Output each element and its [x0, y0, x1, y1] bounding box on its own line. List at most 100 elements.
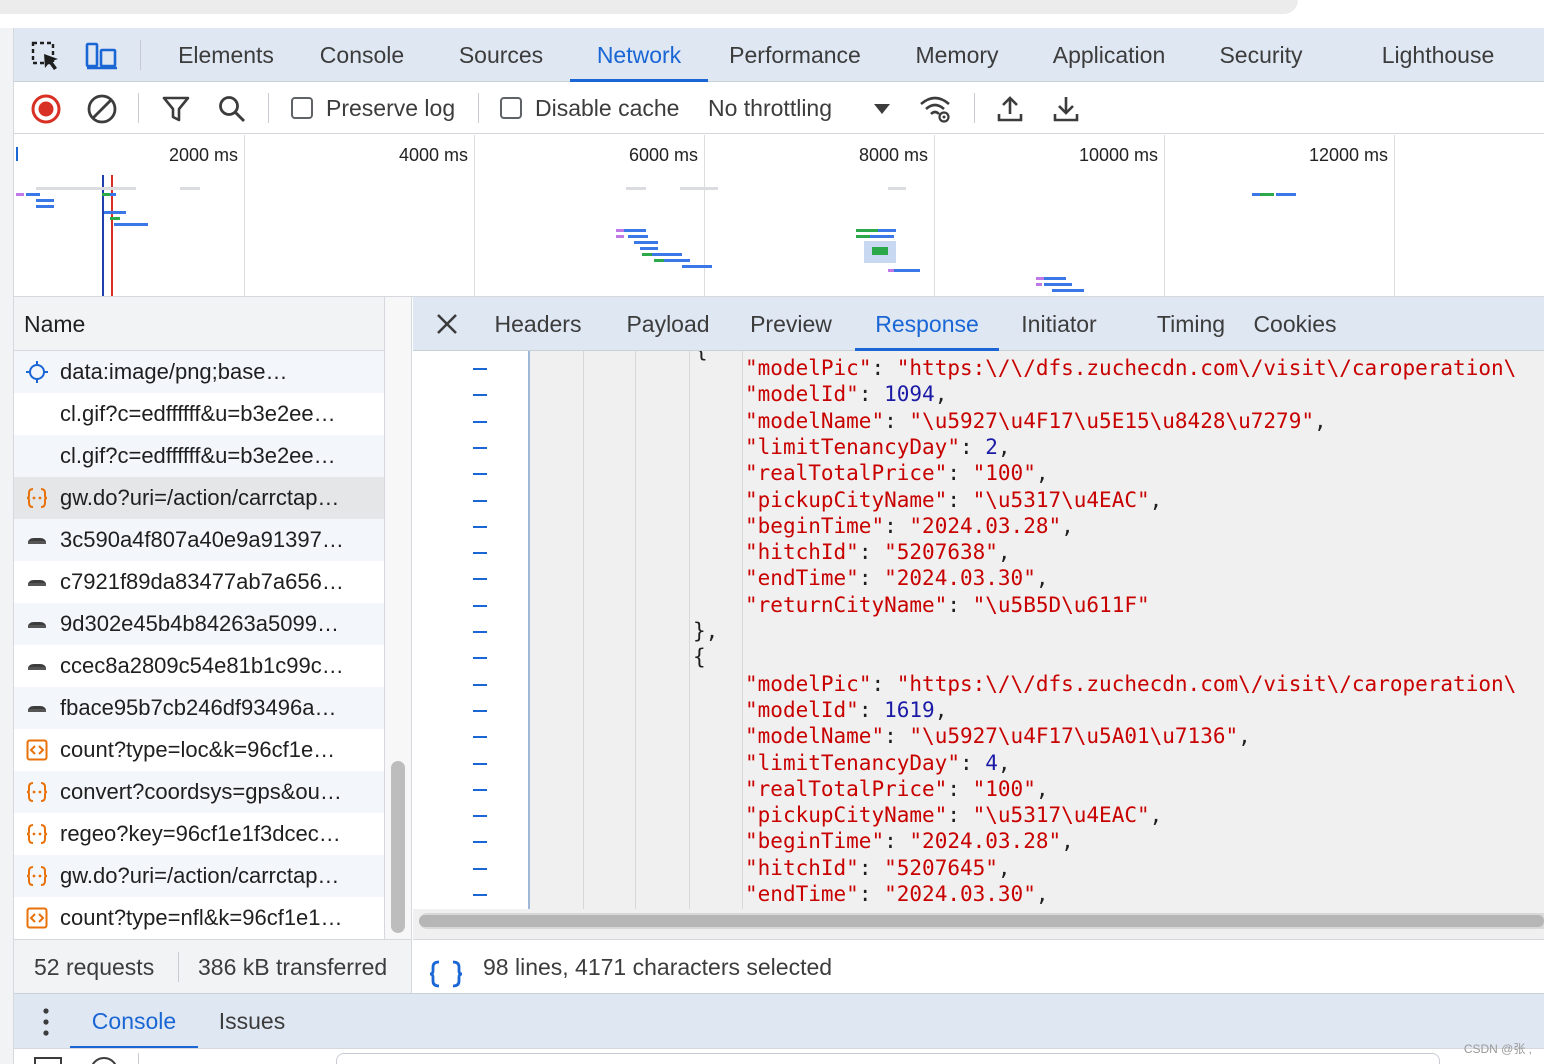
request-name: ccec8a2809c54e81b1c99c… — [60, 653, 344, 678]
request-name: count?type=loc&k=96cf1e… — [60, 737, 336, 762]
json-value: "\u5927\u4F17\u5E15\u8428\u7279" — [909, 408, 1314, 433]
request-row[interactable]: 9d302e45b4b84263a5099… — [14, 603, 384, 645]
tab-sources[interactable]: Sources — [446, 28, 556, 82]
search-icon[interactable] — [214, 91, 250, 127]
device-toolbar-icon[interactable] — [84, 38, 120, 74]
network-overview-timeline[interactable]: 2000 ms 4000 ms 6000 ms 8000 ms 10000 ms 1200… — [14, 135, 1544, 297]
json-brace: { — [695, 351, 708, 363]
export-har-icon[interactable] — [1048, 91, 1084, 127]
throttling-select[interactable]: No throttling — [708, 82, 832, 134]
overview-gridline — [244, 135, 245, 296]
left-edge-bar — [0, 28, 14, 1064]
json-line: }, — [693, 618, 718, 644]
car-image-icon — [26, 571, 48, 593]
line-marker — [473, 420, 487, 423]
request-name: 9d302e45b4b84263a5099… — [60, 611, 339, 636]
request-row[interactable]: gw.do?uri=/action/carrctap… — [14, 477, 384, 519]
response-body[interactable]: {"modelPic": "https:\/\/dfs.zuchecdn.com… — [413, 351, 1544, 909]
tab-console[interactable]: Console — [310, 28, 414, 82]
json-comma: , — [1035, 566, 1049, 591]
json-comma: , — [1149, 803, 1163, 828]
request-row[interactable]: count?type=loc&k=96cf1e… — [14, 729, 384, 771]
request-list-scrollbar[interactable] — [384, 297, 412, 939]
json-key: beginTime — [757, 513, 872, 538]
json-key: modelName — [757, 408, 872, 433]
response-horizontal-scrollbar[interactable] — [419, 913, 1544, 929]
preserve-log-checkbox[interactable] — [291, 97, 313, 119]
tab-lighthouse[interactable]: Lighthouse — [1366, 28, 1510, 82]
detail-tab-preview[interactable]: Preview — [739, 297, 843, 351]
json-line: "endTime": "2024.03.30", — [745, 882, 1049, 906]
json-value: "\u5927\u4F17\u5A01\u7136" — [909, 724, 1239, 749]
tab-elements[interactable]: Elements — [162, 28, 290, 82]
response-status-bar: 98 lines, 4171 characters selected — [413, 939, 1544, 993]
json-value: "5207645" — [884, 855, 998, 880]
drawer-tab-console[interactable]: Console — [70, 994, 198, 1049]
line-marker — [473, 525, 487, 528]
detail-tab-response[interactable]: Response — [855, 297, 999, 351]
tab-security[interactable]: Security — [1210, 28, 1312, 82]
request-row[interactable]: count?type=nfl&k=96cf1e1… — [14, 897, 384, 939]
request-row[interactable]: 3c590a4f807a40e9a91397… — [14, 519, 384, 561]
chevron-down-icon[interactable] — [864, 91, 900, 127]
filter-icon[interactable] — [158, 91, 194, 127]
drawer-tab-issues[interactable]: Issues — [204, 994, 300, 1049]
request-row[interactable]: fbace95b7cb246df93496a… — [14, 687, 384, 729]
tab-application[interactable]: Application — [1042, 28, 1176, 82]
preserve-log-label[interactable]: Preserve log — [326, 82, 455, 134]
json-key: modelName — [757, 724, 872, 749]
line-marker — [473, 657, 487, 660]
json-comma: , — [997, 434, 1011, 459]
pretty-print-icon[interactable] — [429, 953, 463, 988]
line-marker — [473, 788, 487, 791]
line-marker — [473, 631, 487, 633]
tab-network[interactable]: Network — [570, 28, 708, 82]
json-key: realTotalPrice — [757, 776, 935, 801]
scrollbar-thumb[interactable] — [419, 915, 1544, 927]
request-name: gw.do?uri=/action/carrctap… — [60, 485, 340, 510]
disable-cache-label[interactable]: Disable cache — [535, 82, 679, 134]
request-name: data:image/png;base… — [60, 359, 288, 384]
line-marker — [473, 683, 487, 686]
record-stop-button[interactable] — [28, 91, 64, 127]
json-key: pickupCityName — [757, 803, 935, 828]
detail-tab-payload[interactable]: Payload — [613, 297, 723, 351]
request-row[interactable]: gw.do?uri=/action/carrctap… — [14, 855, 384, 897]
json-comma: , — [1061, 513, 1074, 538]
tab-performance[interactable]: Performance — [720, 28, 870, 82]
detail-tab-cookies[interactable]: Cookies — [1243, 297, 1347, 351]
import-har-icon[interactable] — [992, 91, 1028, 127]
detail-tab-timing[interactable]: Timing — [1129, 297, 1253, 351]
overview-tick-label: 12000 ms — [1308, 145, 1388, 165]
detail-tab-initiator[interactable]: Initiator — [1009, 297, 1109, 351]
overview-tick-label: 2000 ms — [168, 145, 238, 165]
line-marker — [473, 841, 487, 844]
name-column-header[interactable]: Name — [14, 297, 384, 351]
json-line: "modelName": "\u5927\u4F17\u5E15\u8428\u… — [745, 408, 1327, 433]
request-row[interactable]: convert?coordsys=gps&ou… — [14, 771, 384, 813]
json-line: "hitchId": "5207645", — [745, 855, 1011, 880]
request-row[interactable]: regeo?key=96cf1e1f3dcec… — [14, 813, 384, 855]
overview-gridline — [704, 135, 705, 296]
request-row[interactable]: cl.gif?c=edffffff&u=b3e2ee… — [14, 435, 384, 477]
detail-tab-headers[interactable]: Headers — [483, 297, 593, 351]
disable-cache-checkbox[interactable] — [500, 97, 522, 119]
close-icon[interactable] — [429, 306, 465, 342]
request-row[interactable]: c7921f89da83477ab7a656… — [14, 561, 384, 603]
network-conditions-icon[interactable] — [918, 91, 954, 127]
request-row[interactable]: ccec8a2809c54e81b1c99c… — [14, 645, 384, 687]
overview-handle[interactable] — [16, 147, 18, 161]
more-options-icon[interactable] — [36, 1006, 56, 1038]
json-comma: , — [997, 855, 1011, 880]
json-line: "returnCityName": "\u5B5D\u611F" — [745, 592, 1150, 617]
scrollbar-thumb[interactable] — [391, 761, 405, 933]
overview-tick-label: 8000 ms — [858, 145, 928, 165]
request-row[interactable]: data:image/png;base… — [14, 351, 384, 393]
fetch-json-icon — [26, 781, 48, 803]
tab-memory[interactable]: Memory — [906, 28, 1008, 82]
request-row[interactable]: cl.gif?c=edffffff&u=b3e2ee… — [14, 393, 384, 435]
clear-icon[interactable] — [84, 91, 120, 127]
json-line: "beginTime": "2024.03.28", — [745, 829, 1074, 854]
json-value: "100" — [972, 776, 1036, 801]
inspect-element-icon[interactable] — [28, 38, 64, 74]
